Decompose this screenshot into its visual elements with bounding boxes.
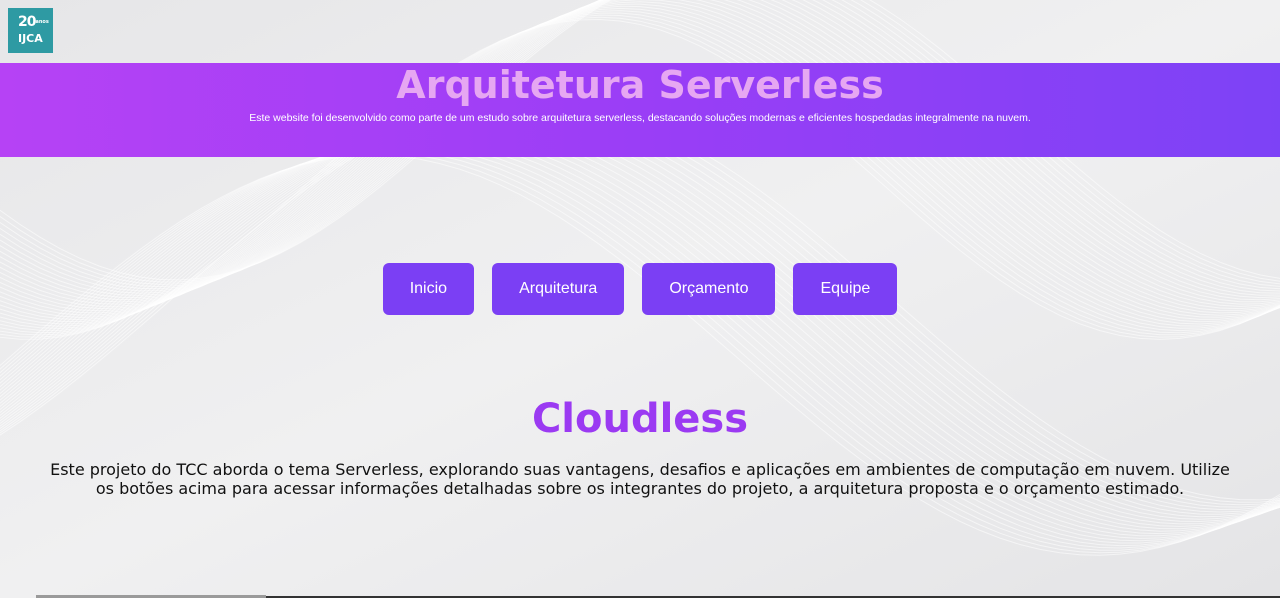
nav-button-inicio[interactable]: Inicio	[382, 263, 475, 315]
page-subtitle: Este website foi desenvolvido como parte…	[249, 112, 1031, 124]
section-heading: Cloudless	[531, 396, 749, 442]
section-description: Este projeto do TCC aborda o tema Server…	[50, 460, 1230, 498]
nav-button-equipe[interactable]: Equipe	[793, 263, 898, 315]
logo-small-text: anos	[35, 19, 49, 25]
ijca-logo[interactable]: 20anos IJCA	[8, 8, 53, 53]
logo-text: IJCA	[18, 32, 43, 45]
logo-number: 20anos	[18, 14, 49, 30]
nav-button-arquitetura[interactable]: Arquitetura	[492, 263, 625, 315]
header-banner: Arquitetura Serverless Este website foi …	[0, 63, 1280, 157]
page-title: Arquitetura Serverless	[396, 63, 884, 107]
main-nav: Inicio Arquitetura Orçamento Equipe	[0, 263, 1280, 315]
main-content: Cloudless Este projeto do TCC aborda o t…	[40, 392, 1240, 498]
nav-button-orcamento[interactable]: Orçamento	[642, 263, 776, 315]
